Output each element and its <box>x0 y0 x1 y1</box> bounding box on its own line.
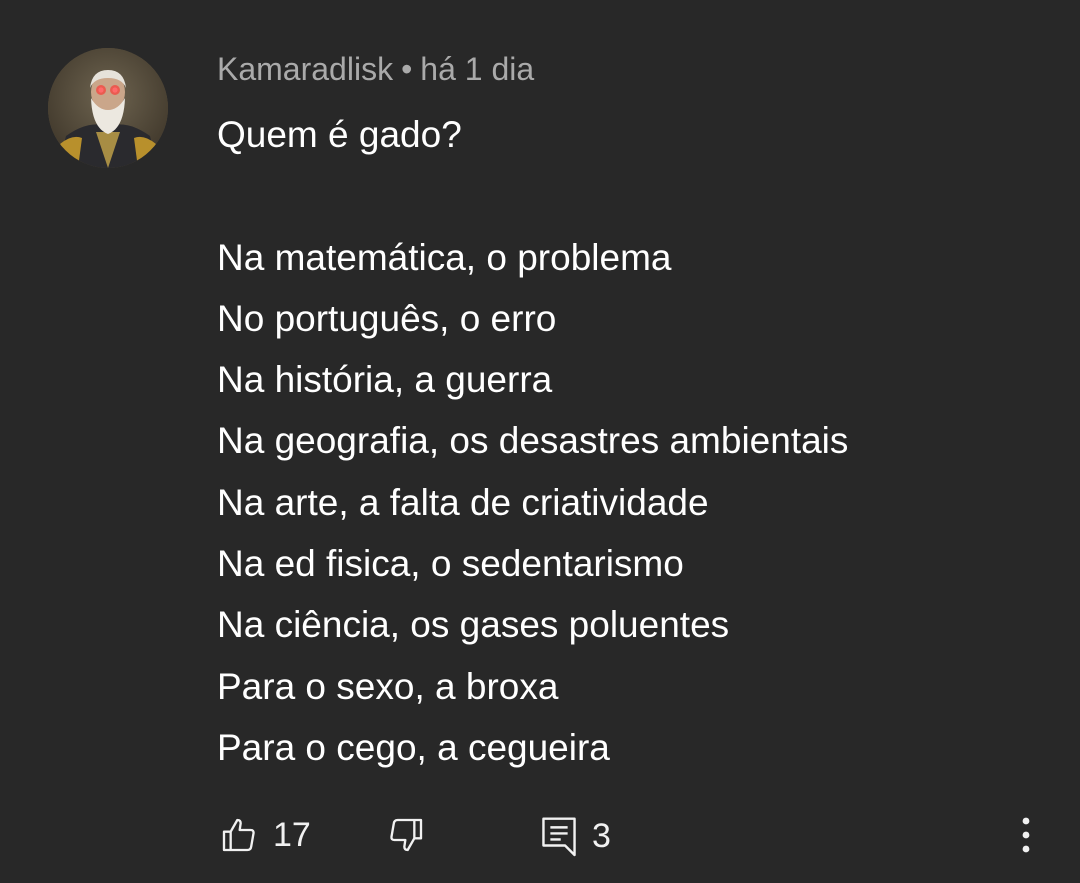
comment-timestamp[interactable]: há 1 dia <box>420 51 534 87</box>
header-separator: • <box>401 51 413 87</box>
comment-line: Na arte, a falta de criatividade <box>217 481 709 523</box>
comment-line: Quem é gado? <box>217 114 462 155</box>
comment-line: Na ed fisica, o sedentarismo <box>217 543 684 585</box>
dislike-button[interactable] <box>386 815 426 855</box>
comment-line <box>217 165 1057 226</box>
comment-line: Na ciência, os gases poluentes <box>217 604 730 646</box>
comment-line: Na matemática, o problema <box>217 236 672 278</box>
comment-text: Quem é gado? Na matemática, o problema N… <box>217 104 1057 778</box>
comment-line: No português, o erro <box>217 297 557 339</box>
author-name[interactable]: Kamaradlisk <box>217 51 393 87</box>
more-options-button[interactable] <box>1014 813 1038 857</box>
comment-line: Para o cego, a cegueira <box>217 726 610 768</box>
comment-actions: 17 3 <box>0 805 1080 865</box>
vertical-ellipsis-icon <box>1022 817 1030 853</box>
comment-icon <box>542 817 576 857</box>
comment-line: Na geografia, os desastres ambientais <box>217 420 849 462</box>
thumbs-down-icon <box>390 818 423 852</box>
avatar-portrait-icon <box>48 48 168 168</box>
comment-line: Na história, a guerra <box>217 359 553 401</box>
comment-header: Kamaradlisk • há 1 dia <box>217 48 534 90</box>
comment-line: Para o sexo, a broxa <box>217 665 559 707</box>
like-button[interactable]: 17 <box>219 815 311 855</box>
avatar[interactable] <box>48 48 168 168</box>
reply-count: 3 <box>592 817 611 855</box>
thumbs-up-icon <box>222 818 255 852</box>
like-count: 17 <box>273 816 311 854</box>
comment-card: Kamaradlisk • há 1 dia Quem é gado? Na mat… <box>0 0 1080 883</box>
reply-button[interactable]: 3 <box>540 815 611 857</box>
